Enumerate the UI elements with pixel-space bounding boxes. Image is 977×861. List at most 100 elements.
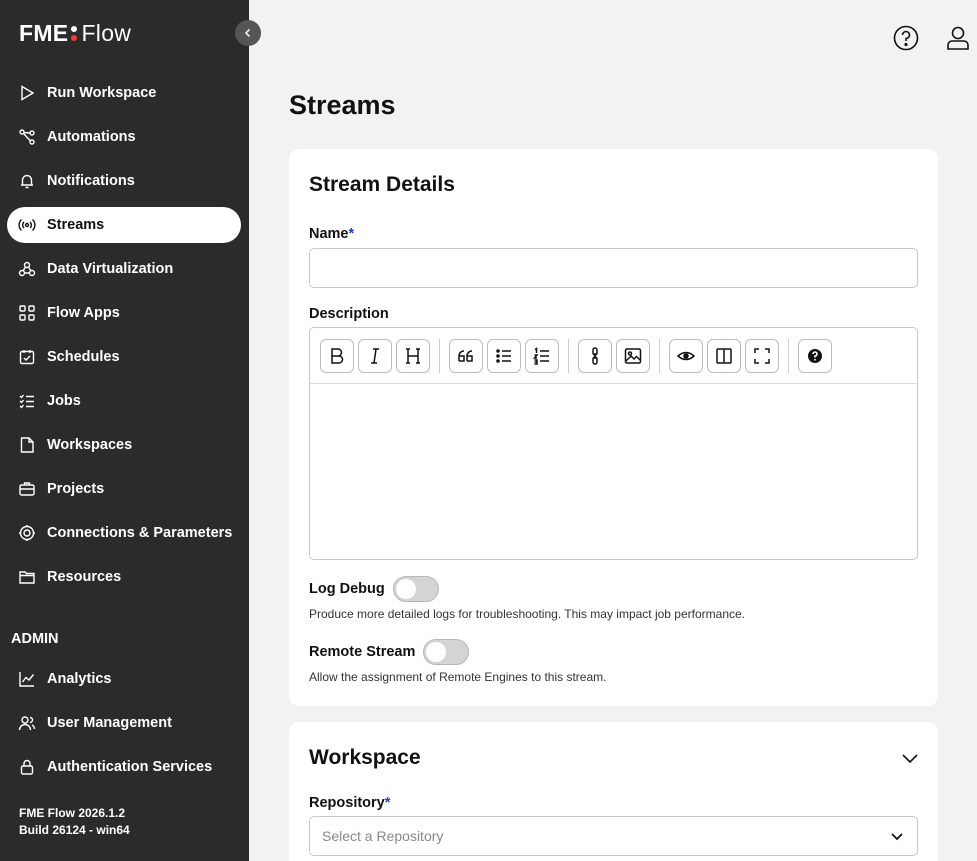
- nav-item-label: Jobs: [47, 393, 81, 409]
- nav-item-label: Connections & Parameters: [47, 525, 233, 541]
- nav-item-schedules[interactable]: Schedules: [7, 339, 241, 375]
- help-icon[interactable]: [893, 25, 919, 51]
- workspace-collapse-toggle[interactable]: [900, 748, 920, 768]
- logo-dots-icon: [71, 25, 78, 41]
- required-mark: *: [384, 795, 391, 811]
- question-circle-icon: [808, 348, 822, 363]
- nav-item-resources[interactable]: Resources: [7, 559, 241, 595]
- chevron-down-icon: [902, 754, 918, 764]
- nav-item-authentication-services[interactable]: Authentication Services: [7, 749, 241, 785]
- quote-button[interactable]: [449, 338, 483, 373]
- log-debug-row: Log Debug: [309, 576, 439, 602]
- nav-item-label: Resources: [47, 569, 122, 585]
- analytics-icon: [18, 670, 36, 688]
- remote-stream-label: Remote Stream: [309, 644, 416, 660]
- nav-item-label: Projects: [47, 481, 105, 497]
- nav-item-notifications[interactable]: Notifications: [7, 163, 241, 199]
- nav-item-connections-parameters[interactable]: Connections & Parameters: [7, 515, 241, 551]
- collapse-sidebar-button[interactable]: [235, 20, 261, 46]
- side-by-side-button[interactable]: [707, 338, 741, 373]
- calendar-icon: [18, 348, 36, 366]
- briefcase-icon: [18, 480, 36, 498]
- nav-item-label: Authentication Services: [47, 759, 213, 775]
- automations-icon: [18, 128, 36, 146]
- workspace-title: Workspace: [309, 746, 421, 769]
- chevron-down-icon: [891, 833, 903, 841]
- description-textarea[interactable]: [310, 384, 917, 560]
- nav-item-label: Streams: [47, 217, 105, 233]
- nav-item-label: Workspaces: [47, 437, 133, 453]
- nav-item-streams[interactable]: Streams: [7, 207, 241, 243]
- toolbar-separator: [439, 338, 440, 373]
- nav-item-workspaces[interactable]: Workspaces: [7, 427, 241, 463]
- required-mark: *: [348, 226, 355, 242]
- bullet-list-icon: [496, 348, 511, 363]
- file-icon: [18, 436, 36, 454]
- repository-select[interactable]: Select a Repository: [309, 816, 918, 856]
- nav-item-label: Analytics: [47, 671, 112, 687]
- remote-stream-toggle[interactable]: [423, 639, 470, 665]
- link-icon: [592, 346, 598, 365]
- link-button[interactable]: [578, 338, 612, 373]
- jobs-list-icon: [18, 392, 36, 410]
- nav-item-label: Flow Apps: [47, 305, 120, 321]
- quote-icon: [458, 349, 473, 362]
- nav-item-label: Data Virtualization: [47, 261, 174, 277]
- italic-button[interactable]: [358, 338, 392, 373]
- numbered-list-icon: [532, 346, 549, 365]
- description-editor: [309, 327, 918, 560]
- numbered-list-button[interactable]: [525, 338, 559, 373]
- markdown-guide-button[interactable]: [798, 338, 832, 373]
- nav-item-run-workspace[interactable]: Run Workspace: [7, 75, 241, 111]
- nav-item-label: Schedules: [47, 349, 120, 365]
- image-button[interactable]: [616, 338, 650, 373]
- nav-item-automations[interactable]: Automations: [7, 119, 241, 155]
- lock-icon: [18, 758, 36, 776]
- fullscreen-button[interactable]: [745, 338, 779, 373]
- toolbar-separator: [659, 338, 660, 373]
- user-account-icon[interactable]: [945, 25, 971, 51]
- log-debug-toggle[interactable]: [392, 576, 439, 602]
- bold-button[interactable]: [320, 338, 354, 373]
- nav-item-data-virtualization[interactable]: Data Virtualization: [7, 251, 241, 287]
- nav-item-user-management[interactable]: User Management: [7, 705, 241, 741]
- play-icon: [18, 84, 36, 102]
- remote-stream-row: Remote Stream: [309, 639, 470, 665]
- nav-item-label: Automations: [47, 129, 136, 145]
- users-icon: [18, 714, 36, 732]
- workspace-card: Workspace Repository* Select a Repositor…: [289, 722, 938, 861]
- connections-icon: [18, 524, 36, 542]
- toolbar-separator: [788, 338, 789, 373]
- broadcast-icon: [18, 216, 36, 234]
- bold-icon: [331, 347, 344, 364]
- main-nav: Run Workspace Automations Notifications …: [7, 75, 241, 603]
- nav-item-label: User Management: [47, 715, 172, 731]
- nav-item-analytics[interactable]: Analytics: [7, 661, 241, 697]
- log-debug-label: Log Debug: [309, 581, 385, 597]
- nav-item-projects[interactable]: Projects: [7, 471, 241, 507]
- eye-icon: [676, 351, 696, 360]
- logo-flow-text: Flow: [81, 19, 132, 46]
- name-label: Name*: [309, 226, 354, 242]
- bullet-list-button[interactable]: [487, 338, 521, 373]
- nav-item-flow-apps[interactable]: Flow Apps: [7, 295, 241, 331]
- admin-section-label: ADMIN: [11, 631, 59, 647]
- name-input[interactable]: [309, 248, 918, 288]
- admin-nav: Analytics User Management Authentication…: [7, 661, 241, 793]
- page-title: Streams: [289, 90, 396, 120]
- italic-icon: [371, 347, 379, 364]
- heading-button[interactable]: [396, 338, 430, 373]
- fme-flow-logo[interactable]: FME Flow: [19, 20, 131, 46]
- apps-icon: [18, 304, 36, 322]
- description-label: Description: [309, 306, 389, 322]
- preview-button[interactable]: [669, 338, 703, 373]
- data-virtualization-icon: [18, 260, 36, 278]
- version-text: FME Flow 2026.1.2: [19, 806, 126, 820]
- version-info: FME Flow 2026.1.2 Build 26124 - win64: [19, 805, 130, 839]
- nav-item-jobs[interactable]: Jobs: [7, 383, 241, 419]
- logo-fme-text: FME: [19, 19, 69, 46]
- heading-icon: [406, 347, 420, 364]
- nav-item-label: Run Workspace: [47, 85, 157, 101]
- bell-icon: [18, 172, 36, 190]
- repository-label: Repository*: [309, 795, 390, 811]
